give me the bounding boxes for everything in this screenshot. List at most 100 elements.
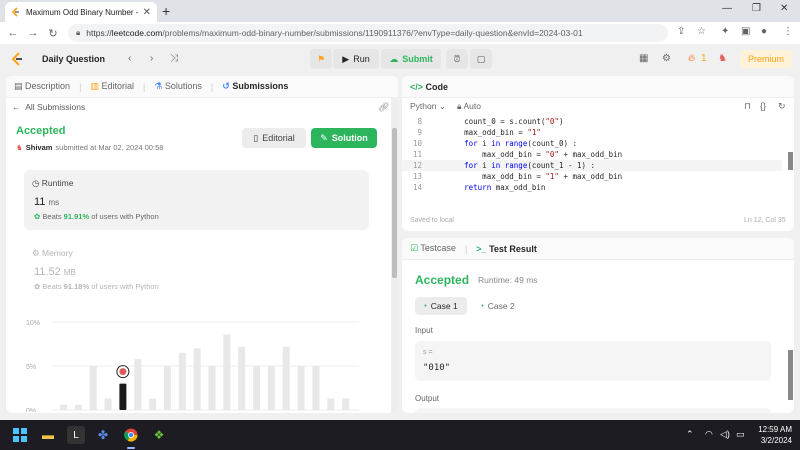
chart-bar[interactable] bbox=[74, 404, 82, 410]
bookmark-icon[interactable]: ⊓ bbox=[744, 101, 751, 112]
file-explorer-icon[interactable]: ▬ bbox=[39, 426, 57, 444]
chart-bar[interactable] bbox=[163, 366, 171, 410]
language-select[interactable]: Python ⌄ bbox=[410, 101, 446, 112]
chart-bar[interactable] bbox=[327, 398, 335, 410]
browser-menu-icon[interactable]: ⋮ bbox=[783, 26, 793, 37]
chart-bar[interactable] bbox=[60, 404, 67, 410]
chart-bar[interactable] bbox=[149, 398, 157, 410]
profile-icon[interactable]: ● bbox=[761, 26, 767, 37]
auto-mode[interactable]: 🔒︎ Auto bbox=[457, 101, 481, 112]
left-panel-scrollbar[interactable] bbox=[391, 98, 398, 413]
chart-bar[interactable] bbox=[282, 346, 290, 410]
case-1-tab[interactable]: • Case 1 bbox=[415, 297, 467, 315]
tab-description[interactable]: ▤ Description bbox=[14, 81, 70, 92]
chart-bar[interactable] bbox=[193, 348, 201, 410]
debug-button[interactable]: ⚑ bbox=[310, 49, 332, 69]
vscode-icon[interactable]: ✤ bbox=[94, 426, 112, 444]
fire-streak-icon[interactable]: 🔥︎ bbox=[688, 53, 695, 64]
url-input[interactable]: 🔒︎ https://leetcode.com/problems/maximum… bbox=[68, 24, 668, 42]
editorial-button[interactable]: ▯ Editorial bbox=[242, 128, 306, 148]
link-icon[interactable]: 🔗︎ bbox=[378, 102, 389, 113]
code-line[interactable]: 8 count_0 = s.count("0") bbox=[402, 116, 782, 127]
code-line[interactable]: 14 return max_odd_bin bbox=[402, 182, 782, 193]
code-tab[interactable]: </> Code bbox=[410, 82, 448, 92]
game-app-icon[interactable]: ❖ bbox=[150, 426, 168, 444]
submit-button[interactable]: ☁ Submit bbox=[381, 49, 441, 69]
result-scrollbar[interactable] bbox=[787, 260, 794, 413]
chart-bar[interactable] bbox=[178, 352, 186, 410]
chart-bar[interactable] bbox=[238, 346, 246, 410]
tab-close-icon[interactable]: ✕ bbox=[143, 7, 151, 18]
extensions-icon[interactable]: ✦ bbox=[721, 26, 729, 37]
forward-icon[interactable]: → bbox=[24, 27, 42, 39]
share-icon[interactable]: ⇪ bbox=[677, 26, 685, 37]
premium-button[interactable]: Premium bbox=[740, 50, 792, 68]
system-clock[interactable]: 12:59 AM 3/2/2024 bbox=[752, 424, 792, 446]
tab-submissions[interactable]: ↺ Submissions bbox=[222, 81, 288, 92]
chart-bar[interactable] bbox=[312, 366, 320, 410]
battery-icon[interactable]: ▭ bbox=[736, 429, 745, 440]
solution-button[interactable]: ✎ Solution bbox=[311, 128, 377, 148]
scroll-thumb[interactable] bbox=[392, 128, 397, 278]
case-2-tab[interactable]: • Case 2 bbox=[474, 297, 522, 315]
notes-button[interactable]: ▢ bbox=[470, 49, 492, 69]
code-line[interactable]: 12 for i in range(count_1 - 1) : bbox=[402, 160, 782, 171]
volume-icon[interactable]: ◁) bbox=[720, 429, 730, 440]
bookmark-star-icon[interactable]: ☆ bbox=[697, 26, 706, 37]
reload-icon[interactable]: ↻ bbox=[44, 27, 62, 40]
back-icon[interactable]: ← bbox=[4, 27, 22, 39]
code-editor[interactable]: 8 count_0 = s.count("0") 9 max_odd_bin = … bbox=[402, 116, 782, 193]
chart-bar[interactable] bbox=[297, 366, 305, 410]
chart-bar[interactable] bbox=[253, 366, 261, 410]
chart-bar[interactable] bbox=[342, 398, 350, 410]
all-submissions-link[interactable]: ← All Submissions bbox=[12, 102, 85, 112]
chrome-icon[interactable] bbox=[122, 426, 140, 449]
chart-bar[interactable] bbox=[89, 366, 97, 410]
runtime-card[interactable]: ◷ Runtime 11 ms ✿ Beats 91.91% of users … bbox=[24, 170, 369, 230]
sidebar-icon[interactable]: ▣ bbox=[741, 26, 750, 37]
reset-icon[interactable]: ↻ bbox=[778, 101, 786, 112]
code-line[interactable]: 11 max_odd_bin = "0" + max_odd_bin bbox=[402, 149, 782, 160]
tab-test-result[interactable]: >_ Test Result bbox=[476, 244, 537, 254]
braces-icon[interactable]: {} bbox=[760, 101, 766, 111]
chevron-up-icon[interactable]: ⌃ bbox=[686, 429, 694, 440]
code-line[interactable]: 13 max_odd_bin = "1" + max_odd_bin bbox=[402, 171, 782, 182]
your-submission-bar[interactable] bbox=[119, 383, 127, 410]
close-window-icon[interactable]: ✕ bbox=[780, 3, 788, 14]
memory-beats-pct: 91.18% bbox=[63, 282, 90, 291]
timer-button[interactable]: ⏰︎ bbox=[446, 49, 468, 69]
browser-tab[interactable]: Maximum Odd Binary Number - ✕ bbox=[5, 2, 157, 22]
daily-question-title[interactable]: Daily Question bbox=[42, 54, 105, 64]
run-button[interactable]: ▶ Run bbox=[333, 49, 379, 69]
windows-start-icon[interactable] bbox=[11, 426, 29, 444]
chart-bar[interactable] bbox=[223, 334, 231, 410]
tab-testcase[interactable]: ☑ Testcase bbox=[410, 243, 456, 254]
code-scroll-thumb[interactable] bbox=[788, 152, 793, 170]
memory-card[interactable]: ⚙ Memory 11.52 MB ✿ Beats 91.18% of user… bbox=[24, 240, 369, 413]
code-text: for i in range(count_1 - 1) : bbox=[464, 161, 596, 170]
tab-editorial[interactable]: ▥ Editorial bbox=[90, 81, 134, 92]
submitter-name[interactable]: Shivam bbox=[26, 143, 53, 152]
code-line[interactable]: 10 for i in range(count_0) : bbox=[402, 138, 782, 149]
wifi-icon[interactable]: ◠ bbox=[705, 429, 713, 440]
shuffle-icon[interactable]: ⤨ bbox=[170, 53, 178, 64]
result-scroll-thumb[interactable] bbox=[788, 350, 793, 400]
distribution-chart[interactable]: 10% 5% 0% bbox=[24, 302, 369, 412]
layout-icon[interactable]: ▦ bbox=[639, 53, 648, 64]
settings-gear-icon[interactable]: ⚙ bbox=[662, 53, 671, 64]
tab-solutions[interactable]: ⚗ Solutions bbox=[154, 81, 202, 92]
prev-question-icon[interactable]: ‹ bbox=[128, 53, 131, 64]
minimize-icon[interactable]: — bbox=[722, 3, 732, 14]
next-question-icon[interactable]: › bbox=[150, 53, 153, 64]
chart-bar[interactable] bbox=[267, 366, 275, 410]
code-scrollbar[interactable] bbox=[787, 118, 794, 208]
notes-app-icon[interactable]: L bbox=[67, 426, 85, 444]
new-tab-button[interactable]: + bbox=[162, 3, 170, 19]
chart-bar[interactable] bbox=[104, 398, 112, 410]
leetcode-logo-icon[interactable] bbox=[11, 52, 23, 66]
maximize-icon[interactable]: ❐ bbox=[752, 3, 761, 14]
avatar[interactable]: ♞ bbox=[718, 53, 727, 64]
chart-bar[interactable] bbox=[208, 366, 216, 410]
chart-bar[interactable] bbox=[134, 358, 142, 410]
code-line[interactable]: 9 max_odd_bin = "1" bbox=[402, 127, 782, 138]
